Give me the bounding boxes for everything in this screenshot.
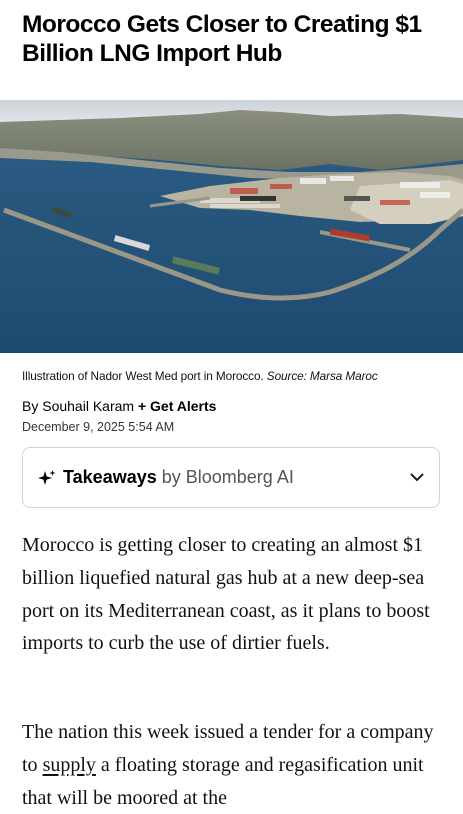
caption-source: Source: Marsa Maroc — [266, 369, 378, 383]
author-name[interactable]: By Souhail Karam — [22, 398, 134, 414]
takeaways-toggle[interactable]: Takeaways by Bloomberg AI — [22, 447, 440, 508]
takeaways-attribution: by Bloomberg AI — [161, 467, 294, 487]
takeaways-title: Takeaways — [63, 467, 157, 487]
chevron-down-icon[interactable] — [409, 470, 425, 486]
sparkle-icon — [37, 468, 57, 488]
caption-text: Illustration of Nador West Med port in M… — [22, 369, 264, 383]
article-headline: Morocco Gets Closer to Creating $1 Billi… — [22, 11, 422, 67]
get-alerts-button[interactable]: + Get Alerts — [138, 398, 216, 414]
supply-link[interactable]: supply — [43, 754, 96, 776]
article-hero-image — [0, 100, 463, 353]
image-caption: Illustration of Nador West Med port in M… — [22, 369, 378, 383]
publish-date: December 9, 2025 5:54 AM — [22, 420, 175, 434]
article-paragraph-1: Morocco is getting closer to creating an… — [22, 534, 430, 655]
takeaways-header: Takeaways by Bloomberg AI — [37, 467, 409, 488]
byline: By Souhail Karam + Get Alerts — [22, 398, 216, 414]
article-paragraph-2: The nation this week issued a tender for… — [22, 716, 447, 814]
